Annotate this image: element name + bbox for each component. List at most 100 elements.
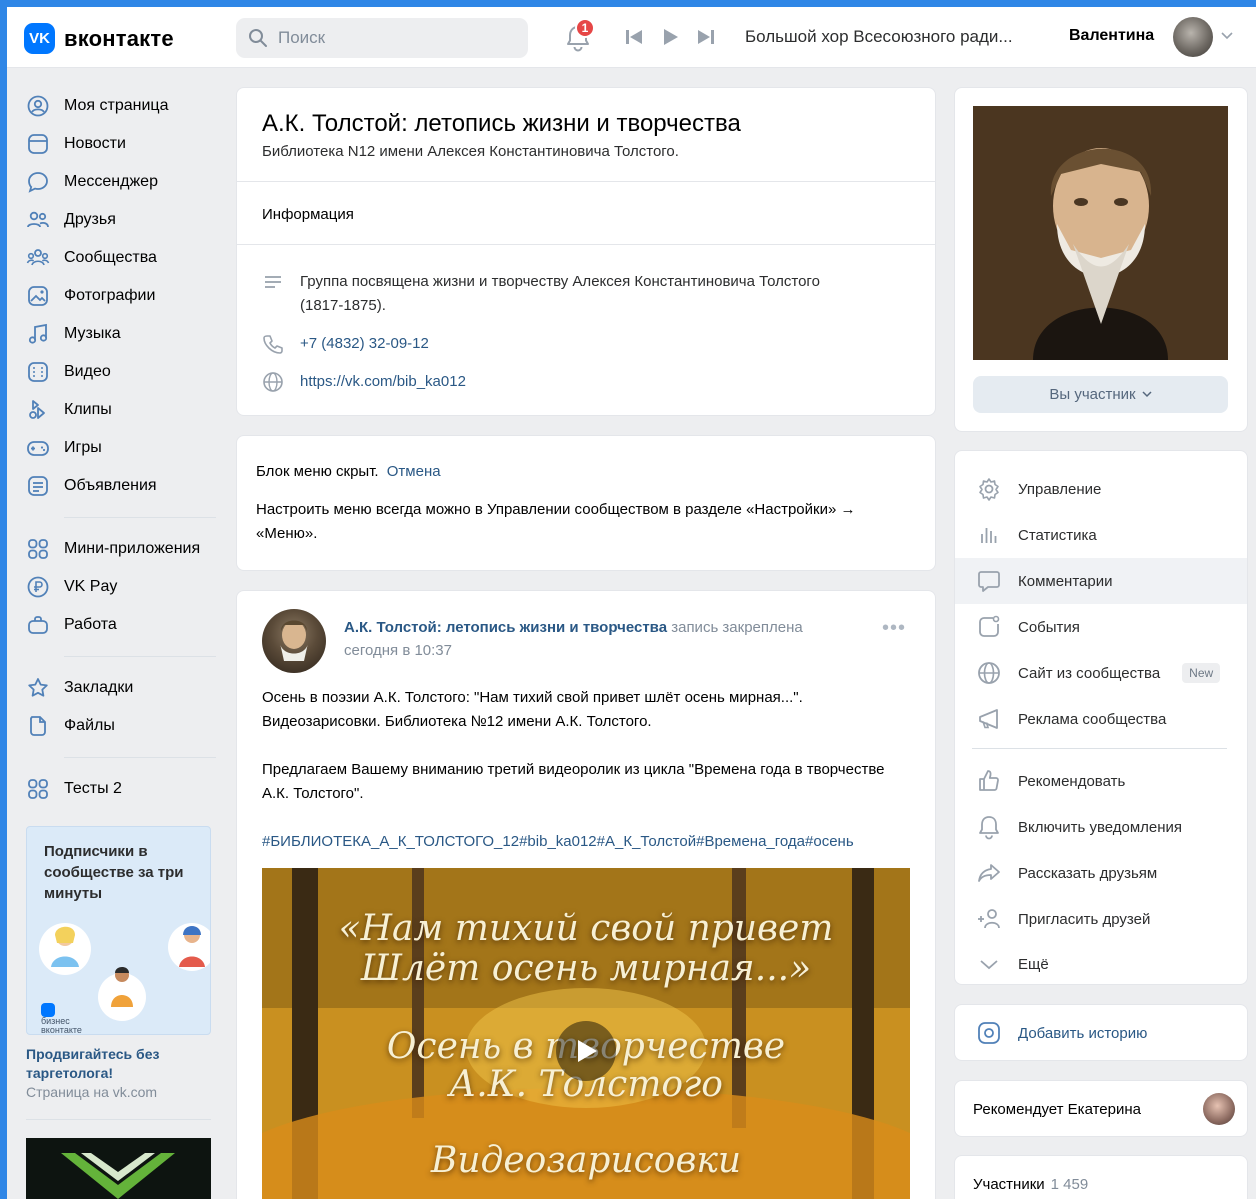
bell-icon: [979, 816, 999, 840]
vk-logo[interactable]: VK вконтакте: [24, 23, 174, 54]
gear-icon: [979, 478, 999, 501]
info-heading[interactable]: Информация: [262, 206, 354, 223]
sidebar-item[interactable]: Сообщества: [26, 239, 216, 277]
group-avatar-portrait[interactable]: [973, 106, 1228, 360]
group-action-item[interactable]: Реклама сообщества: [955, 696, 1247, 742]
user-avatar[interactable]: [1173, 17, 1213, 57]
group-status: Библиотека N12 имени Алексея Константино…: [262, 143, 679, 160]
sidebar-item-label: Закладки: [64, 679, 134, 696]
group-cover-card: Вы участник: [954, 87, 1248, 432]
sidebar-item[interactable]: Тесты 2: [26, 770, 216, 808]
group-action-item[interactable]: Рекомендовать: [955, 758, 1247, 804]
site-link[interactable]: https://vk.com/bib_ka012: [300, 370, 466, 394]
promo-banner[interactable]: Подписчики в сообществе за три минуты би…: [26, 826, 211, 1035]
sidebar-item-label: Фотографии: [64, 287, 156, 304]
photo-icon: [28, 286, 48, 306]
second-ad-banner[interactable]: [26, 1138, 211, 1199]
post-video[interactable]: «Нам тихий свой привет Шлёт осень мирная…: [262, 868, 910, 1199]
members-header[interactable]: Участники 1 459: [973, 1176, 1088, 1193]
recommended-by-text[interactable]: Рекомендует Екатерина: [973, 1101, 1141, 1118]
story-icon: [978, 1022, 1000, 1044]
events-icon: [979, 615, 1000, 637]
menu-hidden-text: Блок меню скрыт. Отмена: [256, 463, 441, 480]
current-track-title[interactable]: Большой хор Всесоюзного ради...: [745, 27, 1013, 47]
group-action-label: Пригласить друзей: [1018, 910, 1151, 928]
add-story-button[interactable]: Добавить историю: [955, 1010, 1247, 1056]
group-action-item[interactable]: Включить уведомления: [955, 804, 1247, 850]
post-hashtags[interactable]: #БИБЛИОТЕКА_А_К_ТОЛСТОГО_12#bib_ka012#А_…: [262, 833, 854, 850]
promo-source: Страница на vk.com: [26, 1084, 158, 1100]
post-author-link[interactable]: А.К. Толстой: летопись жизни и творчеств…: [344, 619, 667, 636]
actions-divider: [972, 748, 1227, 749]
phone-number[interactable]: +7 (4832) 32-09-12: [300, 332, 429, 356]
group-action-item[interactable]: Статистика: [955, 512, 1247, 558]
music-icon: [28, 323, 48, 344]
user-name[interactable]: Валентина: [1069, 27, 1154, 45]
sidebar-item[interactable]: Фотографии: [26, 277, 216, 315]
search-input[interactable]: [278, 28, 498, 48]
group-action-item[interactable]: Ещё: [955, 941, 1247, 987]
video-play-button[interactable]: [556, 1021, 616, 1081]
group-action-label: Управление: [1018, 480, 1102, 498]
nav-divider: [64, 656, 216, 657]
globe-icon: [263, 372, 283, 392]
chevron-down-icon[interactable]: [1221, 32, 1233, 40]
promo-divider: [26, 1119, 211, 1120]
apps-icon: [28, 539, 48, 559]
group-info-card: А.К. Толстой: летопись жизни и творчеств…: [236, 87, 936, 416]
menu-hint-text: Настроить меню всегда можно в Управлении…: [256, 501, 856, 542]
search-icon: [249, 29, 267, 47]
nav-divider: [64, 517, 216, 518]
star-icon: [28, 678, 48, 697]
sidebar-item-label: Файлы: [64, 717, 115, 734]
post-pinned-label: запись закреплена: [671, 619, 803, 636]
sidebar-item[interactable]: Новости: [26, 125, 216, 163]
post-author-avatar[interactable]: [262, 609, 326, 673]
group-action-item[interactable]: События: [955, 604, 1247, 650]
recommender-avatar[interactable]: [1203, 1093, 1235, 1125]
promo-link[interactable]: Продвигайтесь без таргетолога!: [26, 1045, 211, 1083]
cancel-link[interactable]: Отмена: [387, 463, 441, 480]
megaphone-icon: [979, 709, 998, 729]
sidebar-item[interactable]: VK Pay: [26, 568, 216, 606]
globe-icon: [978, 662, 1000, 684]
share-icon: [978, 864, 1000, 882]
post-timestamp[interactable]: сегодня в 10:37: [344, 642, 452, 659]
info-description: Группа посвящена жизни и творчеству Алек…: [262, 270, 830, 318]
member-status-button[interactable]: Вы участник: [973, 376, 1228, 413]
gamepad-icon: [27, 441, 49, 456]
sidebar-item[interactable]: Клипы: [26, 391, 216, 429]
group-action-label: Статистика: [1018, 526, 1097, 544]
group-action-item[interactable]: Управление: [955, 466, 1247, 512]
sidebar-item[interactable]: Мессенджер: [26, 163, 216, 201]
next-track-icon[interactable]: [697, 27, 715, 47]
sidebar-item[interactable]: Игры: [26, 429, 216, 467]
vkpay-icon: [27, 576, 49, 598]
group-action-item[interactable]: Сайт из сообщества New: [955, 650, 1247, 696]
promo-brand: бизнес вконтакте: [41, 1003, 82, 1034]
group-action-item[interactable]: Комментарии: [955, 558, 1247, 604]
post-more-button[interactable]: •••: [882, 618, 906, 638]
sidebar-item[interactable]: Мини-приложения: [26, 530, 216, 568]
sidebar-item[interactable]: Файлы: [26, 707, 216, 745]
apps-icon: [28, 779, 48, 799]
promo-title: Подписчики в сообществе за три минуты: [44, 843, 184, 902]
sidebar-item[interactable]: Объявления: [26, 467, 216, 505]
sidebar-item[interactable]: Работа: [26, 606, 216, 644]
sidebar-item[interactable]: Видео: [26, 353, 216, 391]
play-icon[interactable]: [661, 27, 679, 47]
vk-logo-icon: VK: [24, 23, 55, 54]
group-action-item[interactable]: Пригласить друзей: [955, 896, 1247, 942]
search-box[interactable]: [236, 18, 528, 58]
vk-small-logo-icon: [41, 1003, 55, 1017]
sidebar-item-label: Музыка: [64, 325, 121, 342]
sidebar-item[interactable]: Друзья: [26, 201, 216, 239]
group-action-label: Рассказать друзьям: [1018, 864, 1158, 882]
previous-track-icon[interactable]: [625, 27, 643, 47]
post-author-line: А.К. Толстой: летопись жизни и творчеств…: [344, 619, 803, 636]
sidebar-item-label: Друзья: [64, 211, 116, 228]
sidebar-item[interactable]: Моя страница: [26, 87, 216, 125]
group-action-item[interactable]: Рассказать друзьям: [955, 850, 1247, 896]
sidebar-item[interactable]: Закладки: [26, 669, 216, 707]
sidebar-item[interactable]: Музыка: [26, 315, 216, 353]
